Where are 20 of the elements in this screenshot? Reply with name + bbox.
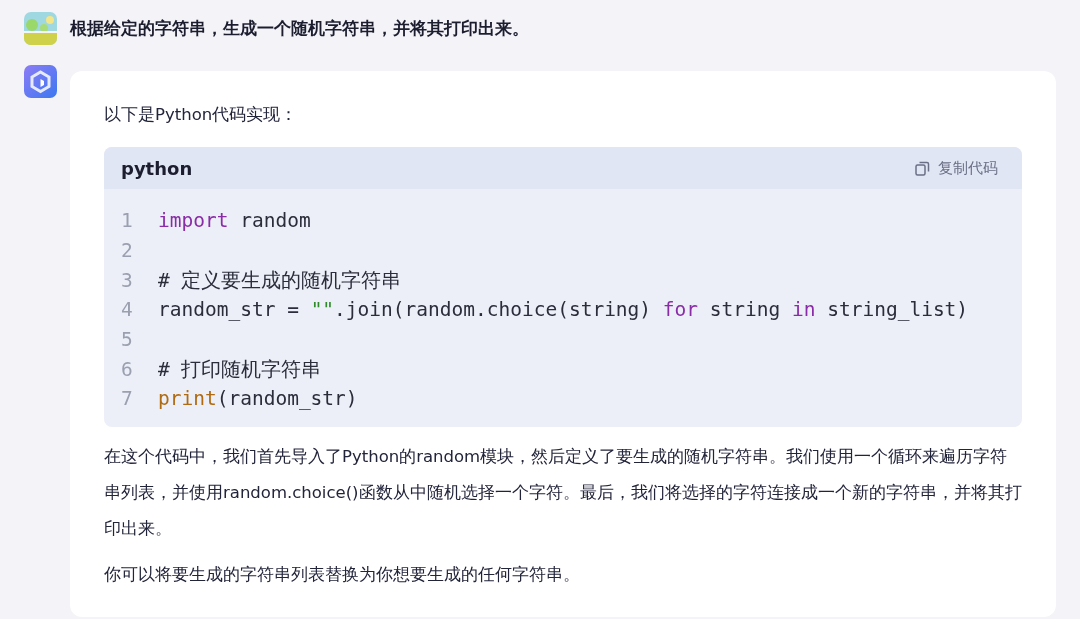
- copy-icon: [915, 160, 930, 176]
- line-number: 6: [121, 357, 134, 381]
- code-line: import random: [158, 209, 311, 233]
- line-number: 1: [121, 209, 134, 233]
- intro-text: 以下是Python代码实现：: [104, 104, 299, 126]
- user-message: 根据给定的字符串，生成一个随机字符串，并将其打印出来。: [70, 17, 529, 40]
- code-line: random_str = "".join(random.choice(string) for string in string_list): [158, 298, 969, 322]
- line-number: 3: [121, 268, 134, 292]
- line-number: 4: [121, 298, 134, 322]
- code-language: python: [121, 157, 193, 179]
- copy-code-button[interactable]: 复制代码: [915, 158, 998, 178]
- paragraph: 你可以将要生成的字符串列表替换为你想要生成的任何字符串。: [104, 564, 581, 586]
- line-number: 5: [121, 328, 134, 352]
- code-line: # 定义要生成的随机字符串: [158, 267, 402, 294]
- code-line: # 打印随机字符串: [158, 356, 322, 383]
- code-line: print(random_str): [158, 387, 358, 411]
- line-number: 2: [121, 239, 134, 263]
- paragraph: 在这个代码中，我们首先导入了Python的random模块，然后定义了要生成的随机字符串。我们使用一个循环来遍历字符串列表，并使用random.choice()函数从中随机选择一个字符。最后，我们将选择的字符连接成一个新的字符串，并将其打印出来。: [104, 446, 1022, 540]
- cube-logo-icon: [24, 65, 57, 98]
- line-number: 7: [121, 387, 134, 411]
